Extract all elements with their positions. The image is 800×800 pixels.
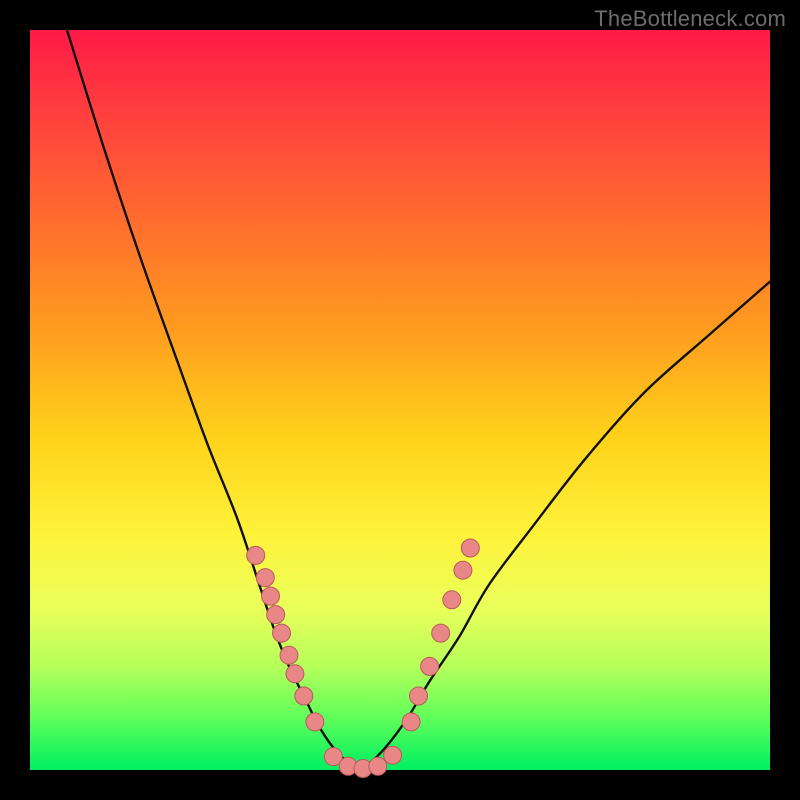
data-marker (410, 687, 428, 705)
data-marker (256, 569, 274, 587)
data-marker (280, 646, 298, 664)
data-marker (454, 561, 472, 579)
series-left-curve (67, 30, 363, 770)
watermark-text: TheBottleneck.com (594, 6, 786, 32)
plot-area (30, 30, 770, 770)
curve-layer (67, 30, 770, 770)
chart-svg (30, 30, 770, 770)
chart-frame: TheBottleneck.com (0, 0, 800, 800)
data-marker (286, 665, 304, 683)
data-marker (306, 713, 324, 731)
data-marker (295, 687, 313, 705)
data-marker (273, 624, 291, 642)
data-marker (402, 713, 420, 731)
data-marker (443, 591, 461, 609)
data-marker (262, 587, 280, 605)
data-marker (369, 757, 387, 775)
data-marker (384, 746, 402, 764)
data-marker (461, 539, 479, 557)
data-marker (432, 624, 450, 642)
data-marker (267, 606, 285, 624)
data-marker (421, 657, 439, 675)
data-marker (247, 546, 265, 564)
